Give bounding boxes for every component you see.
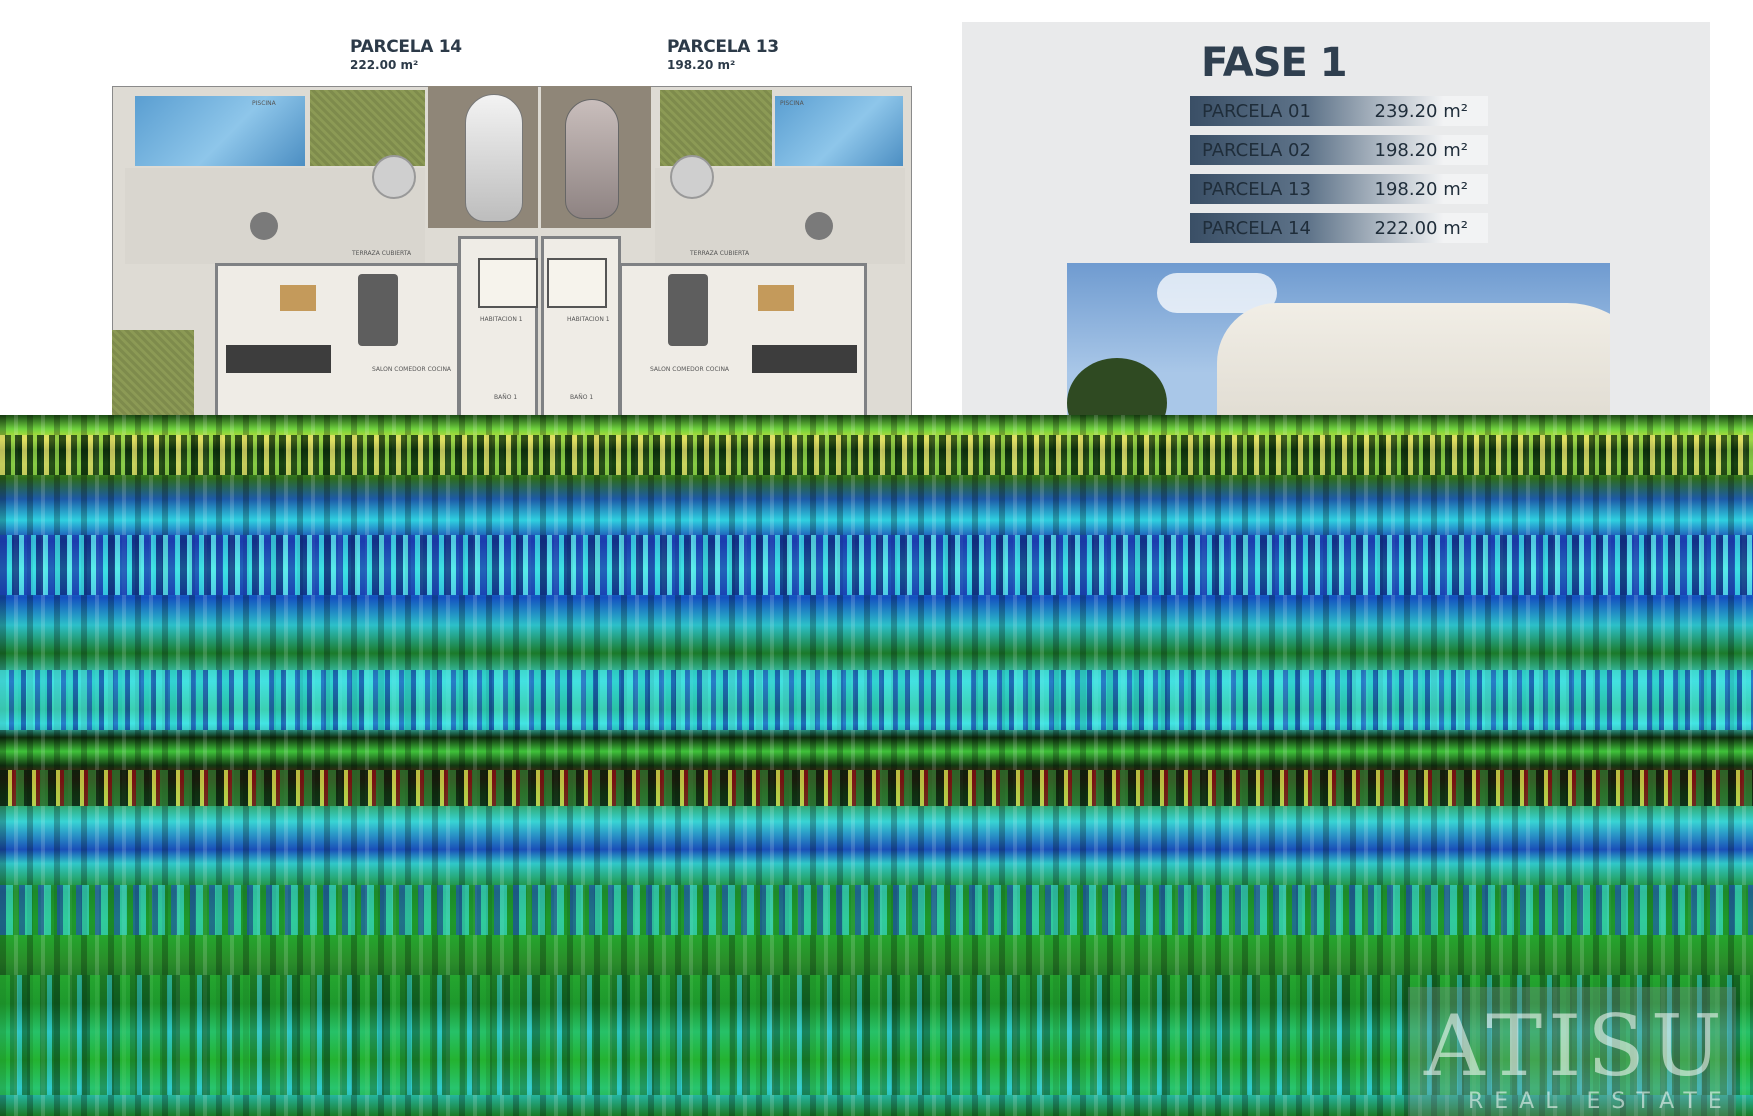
floor-plan: PARCELA 14 222.00 m² PARCELA 13 198.20 m…: [0, 0, 930, 420]
parcel-14-title: PARCELA 14: [350, 37, 462, 57]
glitch-noise-strip: [0, 885, 1753, 935]
table-right: [805, 212, 833, 240]
glitch-noise-strip: [0, 535, 1753, 595]
corrupted-image-region: ATISU REAL ESTATE: [0, 415, 1753, 1116]
dining-right: [758, 285, 794, 311]
parcel-row-area: 198.20 m²: [1374, 178, 1468, 200]
render-tree: [1067, 358, 1167, 420]
parcel-row-name: PARCELA 01: [1202, 100, 1311, 122]
bedroom-right-label: HABITACION 1: [567, 316, 610, 323]
parcel-13-area: 198.20 m²: [667, 58, 736, 72]
glitch-noise-strip: [0, 770, 1753, 806]
pool-right-label: PISCINA: [780, 100, 804, 107]
pool-left-label: PISCINA: [252, 100, 276, 107]
bath-right-label: BAÑO 1: [570, 394, 594, 401]
parcel-row: PARCELA 13 198.20 m²: [1190, 174, 1488, 204]
glitch-noise-strip: [0, 670, 1753, 730]
render-photo: [1067, 263, 1610, 420]
parcel-row-area: 239.20 m²: [1374, 100, 1468, 122]
car-left: [465, 94, 523, 222]
parcel-row-name: PARCELA 02: [1202, 139, 1311, 161]
dining-left: [280, 285, 316, 311]
terrace-right-label: TERRAZA CUBIERTA: [690, 250, 750, 257]
bath-left-label: BAÑO 1: [494, 394, 518, 401]
parcel-row-name: PARCELA 14: [1202, 217, 1311, 239]
garden-right: [660, 90, 772, 166]
render-building: [1217, 303, 1610, 420]
living-right-label: SALON COMEDOR COCINA: [650, 366, 730, 373]
parcel-table: PARCELA 01 239.20 m² PARCELA 02 198.20 m…: [1190, 96, 1488, 243]
bed-right: [547, 258, 607, 308]
pool-left: [135, 96, 305, 166]
parcel-row-area: 198.20 m²: [1374, 139, 1468, 161]
living-left-label: SALON COMEDOR COCINA: [372, 366, 452, 373]
parcel-row-area: 222.00 m²: [1374, 217, 1468, 239]
sofa-right: [668, 274, 708, 346]
living-right: [619, 263, 867, 420]
umbrella-right: [670, 155, 714, 199]
parcel-row-name: PARCELA 13: [1202, 178, 1311, 200]
bed-left: [478, 258, 538, 308]
living-left: [215, 263, 460, 420]
parcel-row: PARCELA 01 239.20 m²: [1190, 96, 1488, 126]
table-left: [250, 212, 278, 240]
watermark-logo: ATISU: [1424, 997, 1728, 1095]
terrace-left-label: TERRAZA CUBIERTA: [352, 250, 412, 257]
umbrella-left: [372, 155, 416, 199]
parcel-row: PARCELA 14 222.00 m²: [1190, 213, 1488, 243]
garden-side-left: [112, 330, 194, 420]
glitch-noise-strip: [0, 435, 1753, 475]
garden-left: [310, 90, 425, 166]
parcel-13-title: PARCELA 13: [667, 37, 779, 57]
sofa-left: [358, 274, 398, 346]
parcel-row: PARCELA 02 198.20 m²: [1190, 135, 1488, 165]
bedroom-left-label: HABITACION 1: [480, 316, 523, 323]
car-right: [565, 99, 619, 219]
watermark-tagline: REAL ESTATE: [1468, 1089, 1733, 1114]
parcel-14-area: 222.00 m²: [350, 58, 419, 72]
fase-title: FASE 1: [1201, 40, 1348, 86]
kitchen-right: [752, 345, 857, 373]
kitchen-left: [226, 345, 331, 373]
